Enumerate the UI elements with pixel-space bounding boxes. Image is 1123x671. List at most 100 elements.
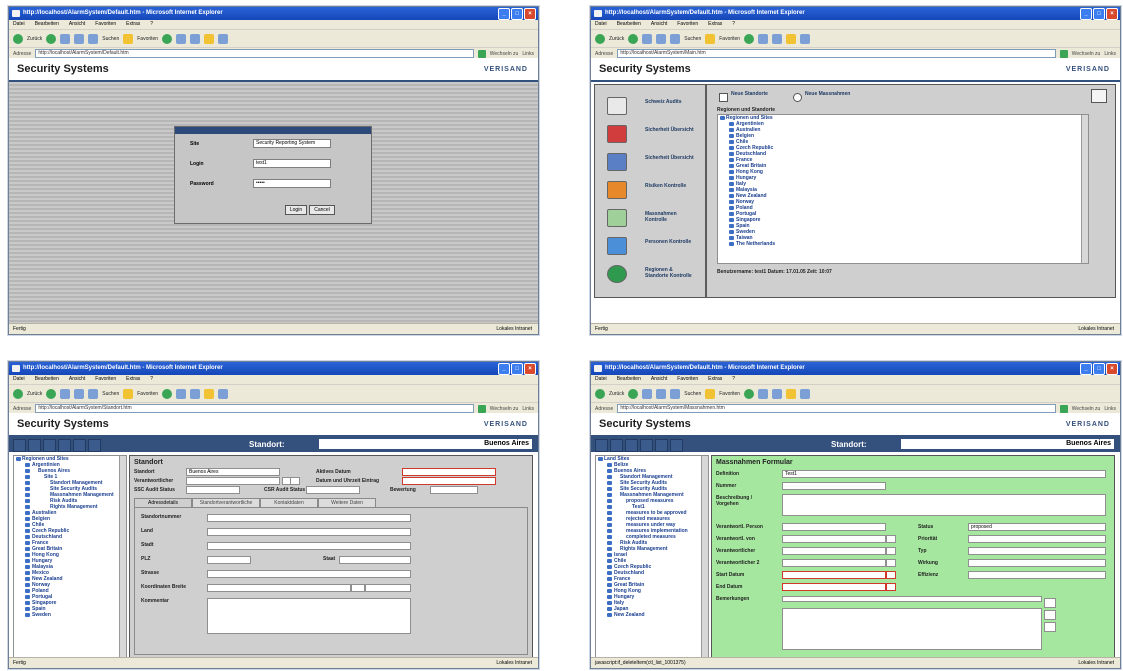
menu-help[interactable]: ? — [732, 20, 735, 29]
home-icon[interactable] — [670, 33, 681, 44]
print-icon[interactable] — [73, 439, 86, 452]
media-icon[interactable] — [162, 388, 173, 399]
refresh-icon[interactable] — [656, 388, 667, 399]
links-label[interactable]: Links — [1104, 406, 1116, 412]
verantwortlich-input[interactable] — [186, 477, 280, 485]
stop-icon[interactable] — [60, 388, 71, 399]
menu-extras[interactable]: Extras — [708, 375, 722, 384]
go-icon[interactable] — [1059, 404, 1068, 413]
media-icon[interactable] — [744, 388, 755, 399]
menu-datei[interactable]: Datei — [595, 20, 607, 29]
tree-node[interactable]: Sweden — [14, 612, 126, 618]
nav-item-personen[interactable]: Personen Kontrolle — [607, 237, 697, 257]
menu-help[interactable]: ? — [732, 375, 735, 384]
go-icon[interactable] — [477, 404, 486, 413]
menu-datei[interactable]: Datei — [595, 375, 607, 384]
plz-input[interactable] — [207, 556, 251, 564]
menu-ansicht[interactable]: Ansicht — [69, 20, 85, 29]
refresh-icon[interactable] — [74, 33, 85, 44]
koordinaten-unit[interactable] — [351, 584, 365, 592]
minimize-button[interactable]: _ — [498, 363, 510, 375]
nav-item-regionen[interactable]: Regionen & Standorte Kontrolle — [607, 265, 697, 285]
search-label[interactable]: Suchen — [684, 391, 701, 397]
search-label[interactable]: Suchen — [102, 391, 119, 397]
close-button[interactable]: × — [524, 8, 536, 20]
back-label[interactable]: Zurück — [27, 36, 42, 42]
search-label[interactable]: Suchen — [102, 36, 119, 42]
radio-neue-massnahmen[interactable] — [793, 93, 802, 102]
messenger-icon[interactable] — [800, 33, 811, 44]
start-datum-input[interactable] — [782, 571, 886, 579]
nav-item-massnahmen[interactable]: Massnahmen Kontrolle — [607, 209, 697, 229]
home-icon[interactable] — [88, 388, 99, 399]
tree-scrollbar[interactable] — [119, 456, 126, 658]
ssc-select[interactable] — [186, 486, 240, 494]
forward-icon[interactable] — [628, 388, 639, 399]
mail-icon[interactable] — [176, 388, 187, 399]
list-icon[interactable] — [28, 439, 41, 452]
tree-node[interactable]: New Zealand — [596, 612, 708, 618]
stop-icon[interactable] — [642, 33, 653, 44]
go-label[interactable]: Wechseln zu — [490, 51, 519, 57]
nav-item-risiken[interactable]: Risiken Kontrolle — [607, 181, 697, 201]
menu-bearbeiten[interactable]: Bearbeiten — [35, 375, 59, 384]
login-button[interactable]: Login — [285, 205, 307, 215]
land-input[interactable] — [207, 528, 411, 536]
save-icon[interactable] — [640, 439, 653, 452]
exit-icon[interactable] — [1091, 89, 1107, 103]
standortnummer-input[interactable] — [207, 514, 411, 522]
lookup-button[interactable] — [290, 477, 300, 485]
exit-icon[interactable] — [670, 439, 683, 452]
von-input[interactable] — [782, 535, 886, 543]
address-input[interactable]: http://localhost/AlarmSystem/Default.htm — [35, 49, 474, 58]
calendar-button[interactable] — [886, 571, 896, 579]
menu-extras[interactable]: Extras — [708, 20, 722, 29]
favorites-label[interactable]: Favoriten — [719, 36, 740, 42]
stop-icon[interactable] — [60, 33, 71, 44]
status-select[interactable]: proposed — [968, 523, 1106, 531]
back-icon[interactable] — [595, 33, 605, 44]
bewertung-select[interactable] — [430, 486, 478, 494]
koordinaten-input[interactable] — [207, 584, 351, 592]
print-icon[interactable] — [190, 33, 201, 44]
menu-datei[interactable]: Datei — [13, 375, 25, 384]
menu-favoriten[interactable]: Favoriten — [95, 375, 116, 384]
menu-favoriten[interactable]: Favoriten — [677, 375, 698, 384]
favorites-icon[interactable] — [123, 388, 134, 399]
lookup-button[interactable] — [886, 535, 896, 543]
verantwortlicher-input[interactable] — [782, 547, 886, 555]
menu-favoriten[interactable]: Favoriten — [677, 20, 698, 29]
messenger-icon[interactable] — [218, 388, 229, 399]
menu-extras[interactable]: Extras — [126, 20, 140, 29]
verantwortlicher2-input[interactable] — [782, 559, 886, 567]
menu-favoriten[interactable]: Favoriten — [95, 20, 116, 29]
close-button[interactable]: × — [1106, 8, 1118, 20]
menu-ansicht[interactable]: Ansicht — [69, 375, 85, 384]
media-icon[interactable] — [162, 33, 173, 44]
forward-icon[interactable] — [628, 33, 639, 44]
home-icon[interactable] — [88, 33, 99, 44]
bemerkungen-list[interactable] — [782, 596, 1042, 602]
favorites-icon[interactable] — [123, 33, 134, 44]
wirkung-select[interactable] — [968, 559, 1106, 567]
go-icon[interactable] — [1059, 49, 1068, 58]
menu-bearbeiten[interactable]: Bearbeiten — [617, 375, 641, 384]
back-icon[interactable] — [13, 388, 23, 399]
csr-select[interactable] — [306, 486, 360, 494]
nummer-input[interactable] — [782, 482, 886, 490]
mail-icon[interactable] — [758, 33, 769, 44]
back-icon[interactable] — [13, 33, 23, 44]
refresh-icon[interactable] — [656, 33, 667, 44]
go-label[interactable]: Wechseln zu — [490, 406, 519, 412]
aktives-input[interactable] — [402, 468, 496, 476]
folder-icon[interactable] — [204, 33, 215, 44]
close-button[interactable]: × — [524, 363, 536, 375]
folder-icon[interactable] — [204, 388, 215, 399]
favorites-label[interactable]: Favoriten — [719, 391, 740, 397]
exit-icon[interactable] — [88, 439, 101, 452]
favorites-icon[interactable] — [705, 33, 716, 44]
menu-help[interactable]: ? — [150, 375, 153, 384]
favorites-label[interactable]: Favoriten — [137, 391, 158, 397]
home-icon[interactable] — [670, 388, 681, 399]
forward-icon[interactable] — [46, 33, 57, 44]
